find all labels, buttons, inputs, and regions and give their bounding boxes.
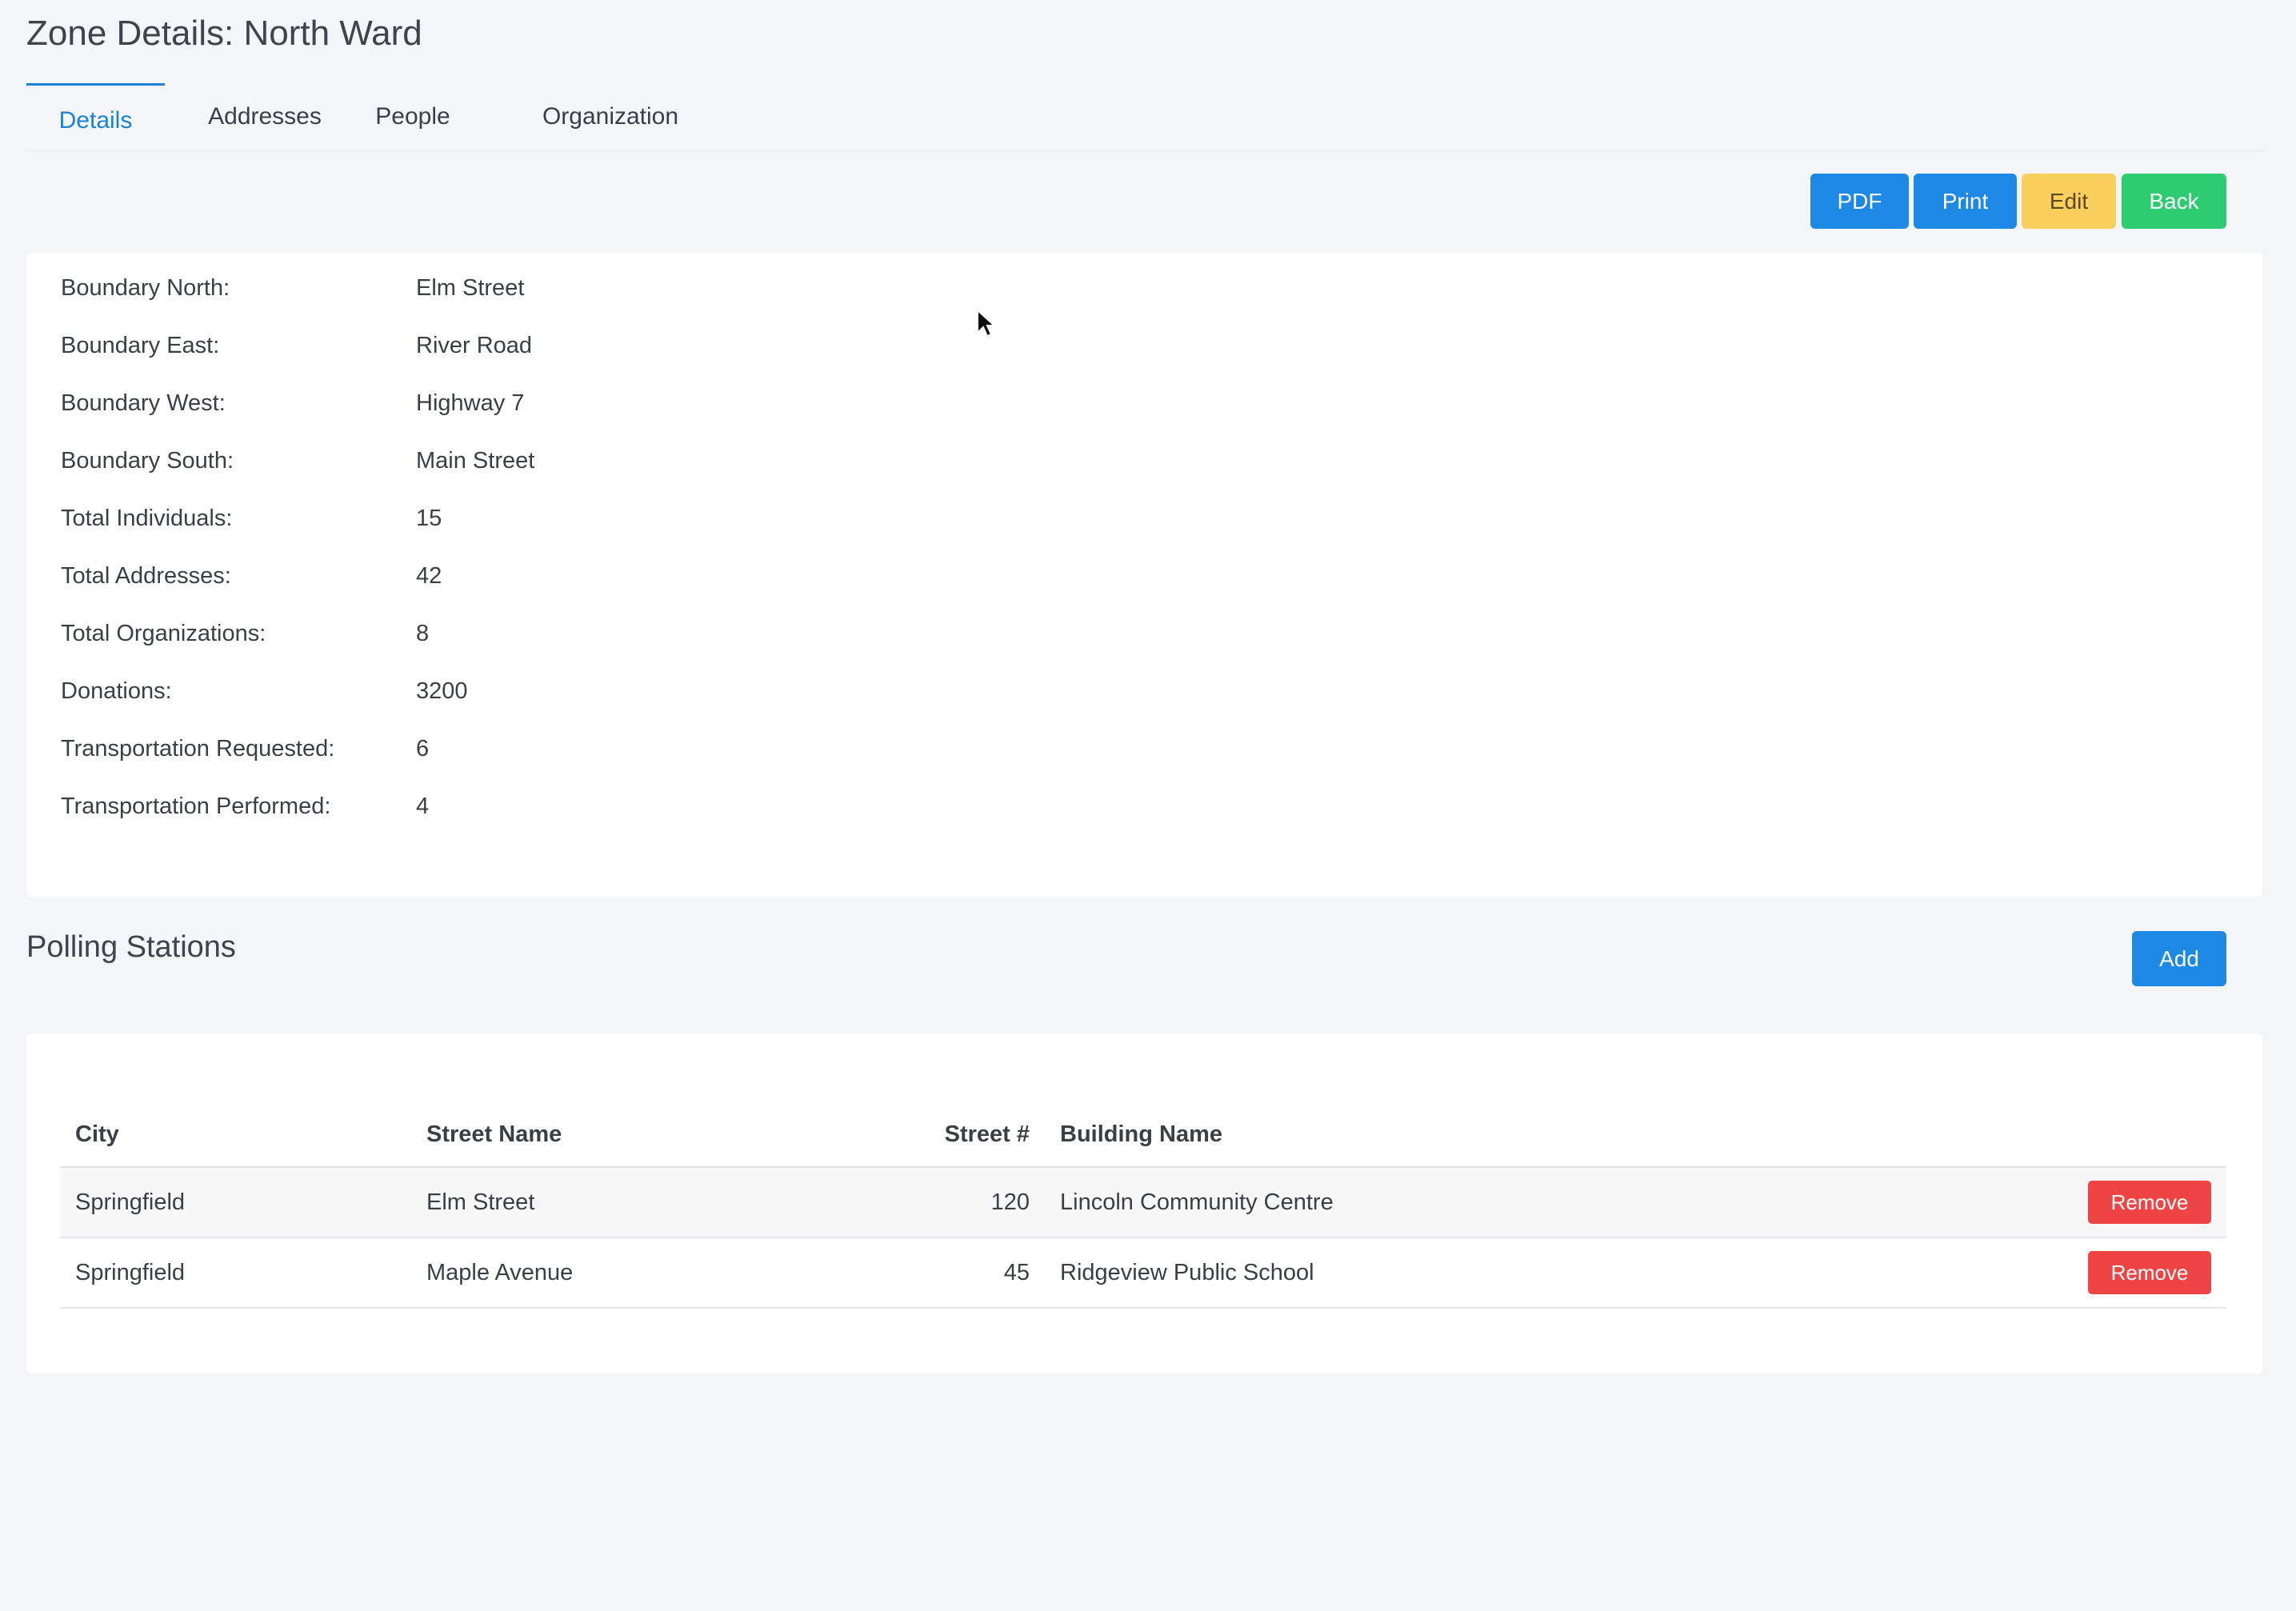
detail-row-boundary-east: Boundary East: River Road [61,330,861,362]
detail-row-transportation-requested: Transportation Requested: 6 [61,733,861,765]
back-button[interactable]: Back [2122,174,2226,229]
cell-city: Springfield [60,1167,411,1238]
pdf-button[interactable]: PDF [1810,174,1909,229]
detail-row-boundary-west: Boundary West: Highway 7 [61,387,861,419]
detail-label: Transportation Performed: [61,794,331,819]
detail-row-total-organizations: Total Organizations: 8 [61,618,861,650]
table-row: Springfield Maple Avenue 45 Ridgeview Pu… [60,1237,2226,1309]
cell-street-number: 45 [762,1237,1045,1309]
detail-label: Total Addresses: [61,563,231,589]
column-header-actions [2036,1102,2226,1168]
tab-details-label: Details [58,107,133,134]
table-header-row: City Street Name Street # Building Name [60,1102,2226,1168]
column-header-street-number[interactable]: Street # [762,1102,1045,1168]
page-title: Zone Details: North Ward [26,14,422,53]
details-card: Boundary North: Elm Street Boundary East… [26,253,2262,897]
detail-row-transportation-performed: Transportation Performed: 4 [61,790,861,822]
cell-street-name: Maple Avenue [411,1237,762,1309]
detail-row-boundary-north: Boundary North: Elm Street [61,272,861,304]
tab-addresses-label: Addresses [208,103,322,130]
mouse-pointer-icon [977,309,995,338]
tab-details[interactable]: Details [26,83,165,150]
cell-building-name: Ridgeview Public School [1045,1237,2036,1309]
remove-button[interactable]: Remove [2088,1181,2211,1224]
detail-value: 4 [416,794,430,819]
detail-value: 8 [416,621,430,646]
detail-row-total-addresses: Total Addresses: 42 [61,560,861,592]
detail-value: 6 [416,736,430,762]
detail-label: Boundary South: [61,448,234,474]
zone-details-page: Zone Details: North Ward Details Address… [0,0,2296,1611]
tab-organization-label: Organization [542,103,679,130]
cell-actions: Remove [2036,1167,2226,1238]
cell-building-name: Lincoln Community Centre [1045,1167,2036,1238]
tab-bar: Details Addresses People Organization [26,83,2262,151]
tab-people[interactable]: People [359,83,466,150]
detail-label: Donations: [61,678,172,704]
detail-value: Elm Street [416,275,525,301]
column-header-building-name[interactable]: Building Name [1045,1102,2036,1168]
detail-row-total-individuals: Total Individuals: 15 [61,502,861,534]
tab-people-label: People [375,103,450,130]
detail-label: Total Individuals: [61,506,233,531]
detail-label: Boundary West: [61,390,226,416]
detail-value: 3200 [416,678,468,704]
column-header-city[interactable]: City [60,1102,411,1168]
detail-label: Boundary North: [61,275,230,301]
detail-value: 15 [416,506,442,531]
tab-organization[interactable]: Organization [490,83,730,150]
polling-stations-title: Polling Stations [26,930,236,964]
cell-actions: Remove [2036,1237,2226,1309]
cell-street-number: 120 [762,1167,1045,1238]
remove-button[interactable]: Remove [2088,1251,2211,1294]
detail-value: Main Street [416,448,535,474]
detail-row-boundary-south: Boundary South: Main Street [61,445,861,477]
detail-value: 42 [416,563,442,589]
detail-label: Transportation Requested: [61,736,335,762]
cell-street-name: Elm Street [411,1167,762,1238]
detail-row-donations: Donations: 3200 [61,675,861,707]
detail-label: Boundary East: [61,333,220,358]
column-header-street-name[interactable]: Street Name [411,1102,762,1168]
cell-city: Springfield [60,1237,411,1309]
detail-value: River Road [416,333,533,358]
tab-addresses[interactable]: Addresses [193,83,337,150]
polling-stations-table: City Street Name Street # Building Name … [60,1102,2226,1309]
add-polling-station-button[interactable]: Add [2132,931,2226,986]
print-button[interactable]: Print [1914,174,2017,229]
table-row: Springfield Elm Street 120 Lincoln Commu… [60,1167,2226,1238]
detail-label: Total Organizations: [61,621,266,646]
edit-button[interactable]: Edit [2022,174,2116,229]
detail-value: Highway 7 [416,390,525,416]
